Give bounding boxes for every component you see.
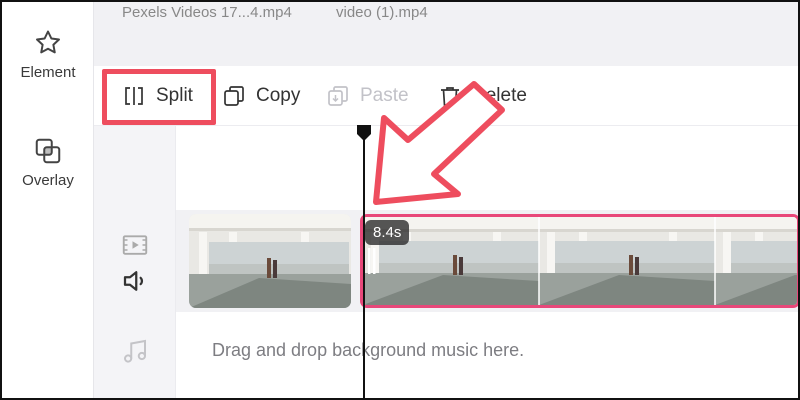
copy-label: Copy [256, 85, 301, 106]
music-note-icon [124, 339, 146, 363]
delete-label: Delete [472, 85, 527, 106]
paste-icon [328, 86, 348, 106]
paste-button[interactable]: Paste [326, 78, 409, 114]
timeline-toolbar: Split Copy Paste Delete [94, 66, 798, 126]
music-drop-hint: Drag and drop background music here. [212, 340, 525, 360]
nav-element-label: Element [20, 64, 76, 81]
selected-video-clip[interactable] [360, 214, 798, 308]
trash-icon [441, 87, 459, 106]
split-icon [125, 87, 143, 105]
track-icon-column [94, 126, 176, 398]
timeline-ruler[interactable] [176, 126, 798, 210]
music-track[interactable]: Drag and drop background music here. [176, 312, 798, 398]
clip-thumbnail [189, 214, 351, 308]
video-track-icon [122, 235, 148, 255]
nav-item-element[interactable]: Element [2, 28, 94, 81]
nav-item-overlay[interactable]: Overlay [2, 136, 94, 189]
left-nav: Element Overlay [2, 2, 94, 398]
star-icon [36, 30, 60, 54]
paste-label: Paste [360, 85, 409, 106]
playhead-line[interactable] [363, 132, 365, 398]
copy-icon [224, 86, 244, 106]
media-strip: Pexels Videos 17...4.mp4 video (1).mp4 [94, 2, 798, 66]
playhead-handle-icon[interactable] [357, 125, 371, 141]
video-clip[interactable] [189, 214, 351, 308]
split-button[interactable]: Split [122, 78, 193, 114]
clip-thumbnail [363, 217, 797, 305]
delete-button[interactable]: Delete [438, 78, 527, 114]
copy-button[interactable]: Copy [222, 78, 300, 114]
clip-duration-badge: 8.4s [365, 220, 410, 245]
nav-overlay-label: Overlay [22, 172, 74, 189]
overlay-icon [35, 138, 61, 164]
speaker-icon[interactable] [120, 266, 150, 296]
split-label: Split [156, 85, 193, 106]
media-file-name[interactable]: video (1).mp4 [336, 4, 428, 21]
trim-handle-icon[interactable] [368, 248, 376, 274]
media-file-name[interactable]: Pexels Videos 17...4.mp4 [122, 4, 292, 21]
editor-window: Element Overlay Pexels Videos 17...4.mp4… [0, 0, 800, 400]
